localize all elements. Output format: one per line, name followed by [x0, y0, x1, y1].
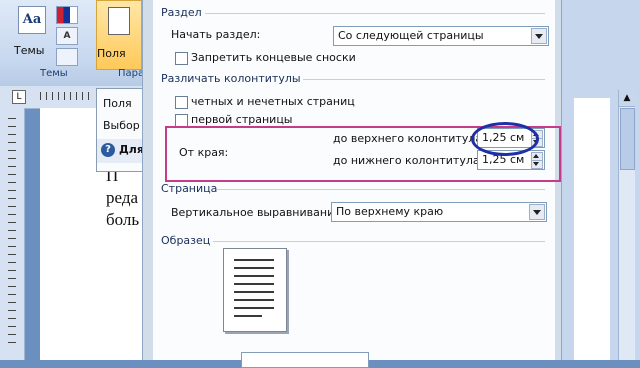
themes-icon: Aa	[18, 6, 46, 34]
themes-button[interactable]: Aa Темы	[14, 6, 50, 60]
page-section-header: Страница	[161, 182, 218, 195]
ruler-ticks	[40, 92, 94, 100]
tab-selector[interactable]: L	[12, 90, 26, 104]
preview-section-header: Образец	[161, 234, 211, 247]
start-section-value: Со следующей страницы	[338, 29, 484, 42]
section-header: Раздел	[161, 6, 202, 19]
theme-effects-icon[interactable]	[56, 48, 78, 66]
vertical-align-label: Вертикальное выравнивание:	[171, 206, 345, 219]
margins-button[interactable]: Поля	[96, 0, 142, 70]
first-page-label: первой страницы	[191, 113, 293, 126]
document-page-right	[574, 98, 610, 360]
scroll-up-icon[interactable]: ▲	[619, 90, 635, 107]
preview-line	[234, 291, 274, 293]
chevron-down-icon	[529, 204, 545, 220]
preview-line	[234, 275, 274, 277]
apply-to-select[interactable]	[241, 352, 369, 368]
vertical-scrollbar[interactable]: ▲	[618, 90, 635, 360]
group-label-themes: Темы	[40, 68, 68, 79]
odd-even-checkbox[interactable]	[175, 96, 188, 109]
preview-page	[223, 248, 287, 332]
preview-line	[234, 315, 262, 317]
preview-line	[234, 299, 274, 301]
suppress-endnotes-label: Запретить концевые сноски	[191, 51, 356, 64]
odd-even-label: четных и нечетных страниц	[191, 95, 355, 108]
headers-footers-header: Различать колонтитулы	[161, 72, 301, 85]
vertical-ruler[interactable]	[0, 108, 25, 360]
preview-line	[234, 283, 274, 285]
document-line: реда	[106, 188, 139, 207]
chevron-down-icon	[531, 28, 547, 44]
document-line: боль	[106, 210, 140, 229]
theme-fonts-icon[interactable]: A	[56, 27, 78, 45]
ribbon: Aa Темы A Поля Темы Параг	[0, 0, 160, 87]
menu-item-margins[interactable]: Поля	[103, 97, 132, 110]
layout-tab-panel: Раздел Начать раздел: Со следующей стран…	[153, 0, 561, 368]
help-icon: ?	[101, 143, 115, 157]
divider	[205, 13, 545, 14]
help-label: Для	[119, 143, 144, 156]
preview-line	[234, 267, 274, 269]
divider	[213, 241, 545, 242]
theme-options: A	[56, 6, 78, 69]
menu-item-choose[interactable]: Выбор	[103, 119, 140, 132]
preview-line	[234, 259, 274, 261]
suppress-endnotes-checkbox[interactable]	[175, 52, 188, 65]
vertical-align-select[interactable]: По верхнему краю	[331, 202, 547, 222]
margins-button-label: Поля	[97, 47, 126, 60]
divider	[217, 189, 545, 190]
divider	[303, 79, 545, 80]
ruler-ticks	[8, 118, 16, 348]
page-setup-dialog: Раздел Начать раздел: Со следующей стран…	[142, 0, 562, 368]
start-section-select[interactable]: Со следующей страницы	[333, 26, 549, 46]
theme-colors-icon[interactable]	[56, 6, 78, 24]
scroll-thumb[interactable]	[620, 108, 635, 170]
margins-icon	[108, 7, 130, 35]
vertical-align-value: По верхнему краю	[336, 205, 444, 218]
highlight-oval	[471, 122, 539, 156]
start-section-label: Начать раздел:	[171, 28, 261, 41]
themes-button-label: Темы	[14, 44, 45, 57]
preview-line	[234, 307, 274, 309]
